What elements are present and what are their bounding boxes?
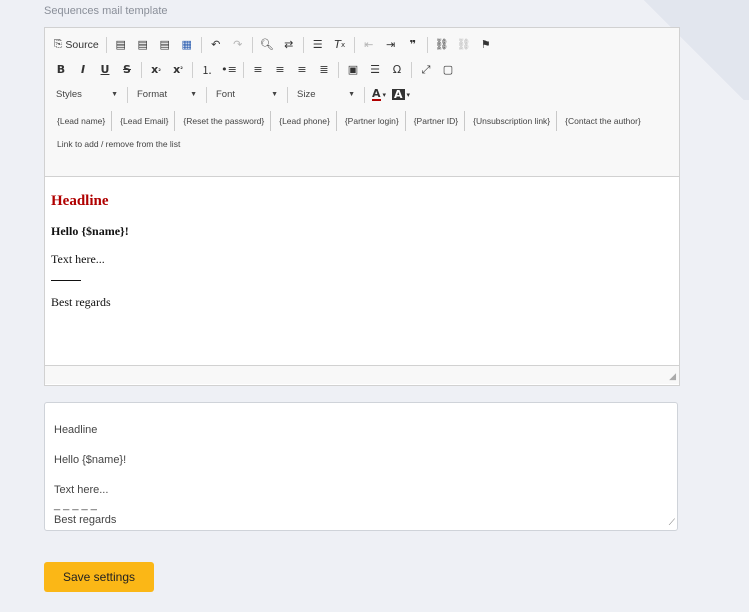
size-label: Size [297,89,316,100]
font-dropdown[interactable]: Font ▼ [211,86,282,104]
align-center-icon[interactable]: ≡ [270,60,290,80]
maximize-icon[interactable]: ⤢ [416,60,436,80]
content-rule [51,280,81,281]
source-button[interactable]: ⎘ Source [51,35,102,55]
separator [364,86,365,103]
paste-text-icon[interactable]: ▤ [155,35,175,55]
image-icon[interactable]: ▣ [343,60,363,80]
save-doc-icon[interactable]: ▤ [111,35,131,55]
paste-icon[interactable]: ▤ [133,35,153,55]
separator [353,36,355,53]
tag-lead-email[interactable]: {Lead Email} [114,111,176,131]
outdent-icon[interactable]: ⇤ [359,35,379,55]
rich-text-editor: ⎘ Source ▤ ▤ ▤ ▦ ↶ ↷ 🔍︎ ⇄ ☰ Tx ⇤ ⇥ ❞ ⛓ ⛓ … [44,27,680,386]
separator [192,61,193,78]
chevron-down-icon: ▼ [348,91,355,98]
font-label: Font [216,89,236,100]
special-char-icon[interactable]: Ω [387,60,407,80]
textarea-resize-icon[interactable]: ⟋ [669,515,675,530]
source-label: Source [65,38,99,51]
bg-color-button[interactable]: A ▾ [391,85,411,105]
separator [251,36,253,53]
separator [426,36,428,53]
placeholder-tags: {Lead name} {Lead Email} {Reset the pass… [51,111,673,131]
numbered-list-icon[interactable]: ⒈ [197,60,217,80]
bold-button[interactable]: B [51,60,71,80]
content-headline: Headline [51,193,109,209]
list-link-button[interactable]: Link to add / remove from the list [51,131,673,149]
styles-label: Styles [56,89,82,100]
tag-unsubscription-link[interactable]: {Unsubscription link} [467,111,558,131]
editor-statusbar: ◢ [45,365,679,384]
tag-reset-password[interactable]: {Reset the password} [177,111,272,131]
separator [338,61,339,78]
editor-content-area[interactable]: Headline Hello {$name}! Text here... Bes… [45,177,679,365]
content-hello: Hello {$name}! [51,224,129,238]
italic-button[interactable]: I [73,60,93,80]
content-regards: Best regards [51,295,111,309]
size-dropdown[interactable]: Size ▼ [292,86,359,104]
blockquote-icon[interactable]: ❞ [403,35,423,55]
separator [302,36,304,53]
align-left-icon[interactable]: ≡ [248,60,268,80]
separator [200,36,202,53]
redo-icon[interactable]: ↷ [228,35,248,55]
underline-button[interactable]: U [95,60,115,80]
anchor-flag-icon[interactable]: ⚑ [476,35,496,55]
bulleted-list-icon[interactable]: •≡ [219,60,239,80]
tag-partner-login[interactable]: {Partner login} [339,111,406,131]
find-icon[interactable]: 🔍︎ [257,35,277,55]
separator [287,86,288,103]
subscript-button[interactable]: x₂ [146,60,166,80]
content-text: Text here... [51,252,105,266]
link-icon[interactable]: ⛓ [432,35,452,55]
tag-partner-id[interactable]: {Partner ID} [408,111,466,131]
section-title: Sequences mail template [44,5,168,17]
plain-text-content: Headline Hello {$name}! Text here... _ _… [54,424,127,526]
unlink-icon[interactable]: ⛓ [454,35,474,55]
toolbar-row-1: ⎘ Source ▤ ▤ ▤ ▦ ↶ ↷ 🔍︎ ⇄ ☰ Tx ⇤ ⇥ ❞ ⛓ ⛓ … [51,32,673,57]
toolbar-row-2: B I U S x₂ x² ⒈ •≡ ≡ ≡ ≡ ≣ ▣ ☰ Ω ⤢ ▢ [51,57,673,82]
format-dropdown[interactable]: Format ▼ [132,86,201,104]
resize-handle-icon[interactable]: ◢ [669,371,676,382]
replace-icon[interactable]: ⇄ [279,35,299,55]
separator [411,61,412,78]
select-all-icon[interactable]: ☰ [308,35,328,55]
separator [206,86,207,103]
source-icon: ⎘ [54,38,63,50]
strike-button[interactable]: S [117,60,137,80]
editor-toolbar: ⎘ Source ▤ ▤ ▤ ▦ ↶ ↷ 🔍︎ ⇄ ☰ Tx ⇤ ⇥ ❞ ⛓ ⛓ … [45,28,679,177]
separator [243,61,244,78]
remove-format-icon[interactable]: Tx [330,35,350,55]
align-right-icon[interactable]: ≡ [292,60,312,80]
undo-icon[interactable]: ↶ [206,35,226,55]
tag-contact-author[interactable]: {Contact the author} [559,111,647,131]
plain-text-template[interactable]: Headline Hello {$name}! Text here... _ _… [44,402,678,531]
tag-lead-name[interactable]: {Lead name} [51,111,113,131]
horizontal-line-icon[interactable]: ☰ [365,60,385,80]
paste-word-icon[interactable]: ▦ [177,35,197,55]
superscript-button[interactable]: x² [168,60,188,80]
text-color-button[interactable]: A ▾ [369,85,389,105]
toolbar-row-3: Styles ▼ Format ▼ Font ▼ Size ▼ A ▾ A ▾ [51,82,673,107]
show-blocks-icon[interactable]: ▢ [438,60,458,80]
indent-icon[interactable]: ⇥ [381,35,401,55]
tag-lead-phone[interactable]: {Lead phone} [273,111,337,131]
chevron-down-icon: ▼ [271,91,278,98]
separator [141,61,142,78]
chevron-down-icon: ▼ [190,91,197,98]
align-justify-icon[interactable]: ≣ [314,60,334,80]
format-label: Format [137,89,168,100]
chevron-down-icon: ▼ [111,91,118,98]
separator [105,36,107,53]
separator [127,86,128,103]
styles-dropdown[interactable]: Styles ▼ [51,86,122,104]
save-settings-button[interactable]: Save settings [44,562,154,592]
